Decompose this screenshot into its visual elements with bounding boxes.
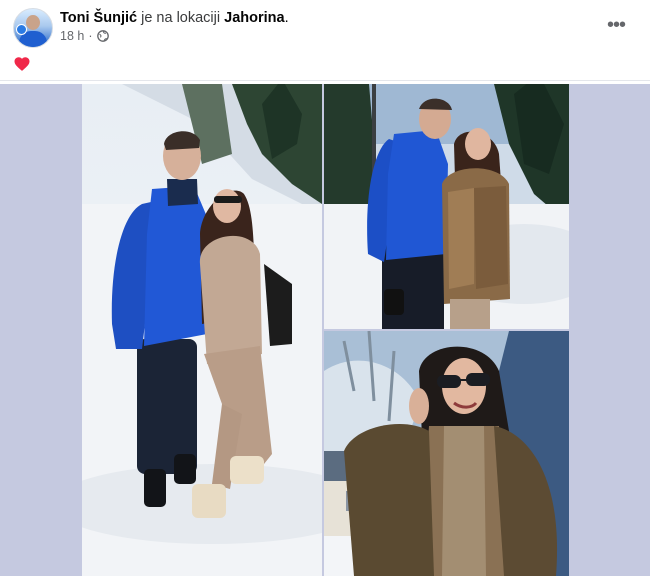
photo-gallery	[0, 84, 650, 576]
gallery-photo-2[interactable]	[324, 84, 569, 329]
meta-separator: ·	[88, 29, 93, 43]
post-title: Toni Šunjić je na lokaciji Jahorina.	[60, 10, 289, 27]
facebook-post: Toni Šunjić je na lokaciji Jahorina. 18 …	[0, 0, 650, 576]
post-meta: 18 h ·	[60, 29, 109, 43]
gallery-photo-1[interactable]	[82, 84, 322, 576]
header-divider	[0, 80, 650, 81]
location-connector: je na lokaciji	[141, 10, 221, 26]
gallery-photo-3[interactable]	[324, 331, 569, 576]
timestamp-link[interactable]: 18 h	[60, 29, 84, 43]
location-suffix: .	[284, 10, 289, 26]
location-link[interactable]: Jahorina	[224, 10, 284, 26]
globe-icon[interactable]	[96, 30, 109, 42]
more-options-icon[interactable]: •••	[604, 13, 628, 37]
author-name-link[interactable]: Toni Šunjić	[60, 10, 137, 26]
heart-icon	[14, 57, 30, 71]
author-avatar[interactable]	[13, 8, 53, 48]
post-header: Toni Šunjić je na lokaciji Jahorina. 18 …	[0, 0, 650, 80]
